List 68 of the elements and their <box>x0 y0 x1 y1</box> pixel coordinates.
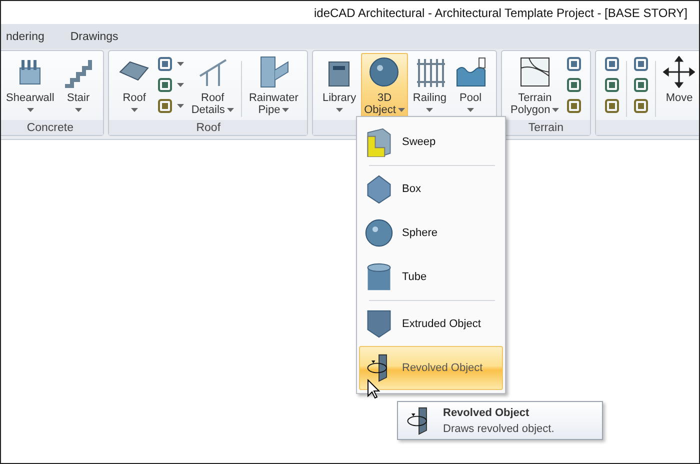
caret-icon <box>226 108 234 112</box>
menu-item[interactable]: Box <box>359 167 503 211</box>
ribbon-icon <box>368 56 400 88</box>
tool-icon <box>157 76 174 92</box>
tool-icon <box>604 76 620 92</box>
window-title: ideCAD Architectural - Architectural Template Project - [BASE STORY] <box>314 6 688 20</box>
caret-icon <box>177 104 184 108</box>
caret-icon <box>336 108 343 112</box>
group-label: Concrete <box>26 122 74 134</box>
ribbon-button[interactable]: Library <box>319 53 360 119</box>
tool-icon <box>604 98 620 114</box>
tool-button[interactable] <box>157 97 184 114</box>
ribbon-icon <box>258 56 290 88</box>
shape-icon <box>364 218 394 248</box>
caret-icon <box>130 108 138 112</box>
ribbon-button[interactable]: Terrain Polygon <box>508 53 562 119</box>
tool-icon <box>633 56 650 72</box>
tool-icon <box>566 98 582 114</box>
tool-icon <box>566 56 582 72</box>
tool-icon <box>633 76 650 92</box>
tooltip-title: Revolved Object <box>443 406 530 418</box>
caret-icon <box>398 108 405 112</box>
tool-button[interactable] <box>566 76 582 93</box>
caret-icon <box>177 82 184 86</box>
ribbon-button[interactable]: Railing <box>410 53 450 119</box>
caret-icon <box>282 108 290 112</box>
menu-item[interactable]: Revolved Object <box>359 346 503 390</box>
ribbon-button[interactable]: Pool <box>452 53 490 119</box>
ribbon-button[interactable]: Move <box>660 53 698 119</box>
tool-button[interactable] <box>157 55 184 72</box>
ribbon-button[interactable]: 3D Object <box>361 53 408 119</box>
tool-button[interactable] <box>604 97 620 114</box>
tool-button[interactable] <box>633 55 650 72</box>
tool-icon <box>157 56 174 72</box>
ribbon-button[interactable]: Stair <box>59 53 98 119</box>
ribbon-button[interactable]: Roof <box>115 53 154 119</box>
ribbon-button[interactable]: Roof Details <box>188 53 237 119</box>
tool-button[interactable] <box>604 55 620 72</box>
caret-icon <box>426 108 434 112</box>
tool-button[interactable] <box>566 97 582 114</box>
menu-item[interactable]: Extruded Object <box>359 302 503 346</box>
ribbon-tab[interactable]: Drawings <box>57 30 132 42</box>
caret-icon <box>552 108 560 112</box>
tool-icon <box>604 56 620 72</box>
tool-icon <box>633 98 650 114</box>
tool-button[interactable] <box>633 76 650 93</box>
tool-button[interactable] <box>604 76 620 93</box>
caret-icon <box>467 108 474 112</box>
ribbon-button[interactable]: Shearwall <box>3 53 58 119</box>
ribbon-icon <box>663 56 696 88</box>
group-label: Terrain <box>528 122 564 134</box>
tool-button[interactable] <box>633 97 650 114</box>
menu-item[interactable]: Sweep <box>359 120 503 164</box>
tool-button[interactable] <box>157 76 184 93</box>
caret-icon <box>26 108 34 112</box>
ribbon-icon <box>454 56 487 88</box>
tool-button[interactable] <box>566 55 582 72</box>
tooltip-text: Draws revolved object. <box>443 422 554 434</box>
tool-icon <box>566 76 582 92</box>
tool-icon <box>157 98 174 114</box>
caret-icon <box>177 62 184 66</box>
menu-item[interactable]: Sphere <box>359 211 503 255</box>
group-label: Roof <box>196 122 221 134</box>
caret-icon <box>74 108 82 112</box>
ribbon-tab[interactable]: ndering <box>1 30 58 42</box>
ribbon-button[interactable]: Rainwater Pipe <box>246 53 302 119</box>
menu-item[interactable]: Tube <box>359 255 503 299</box>
ribbon-icon <box>518 56 551 88</box>
